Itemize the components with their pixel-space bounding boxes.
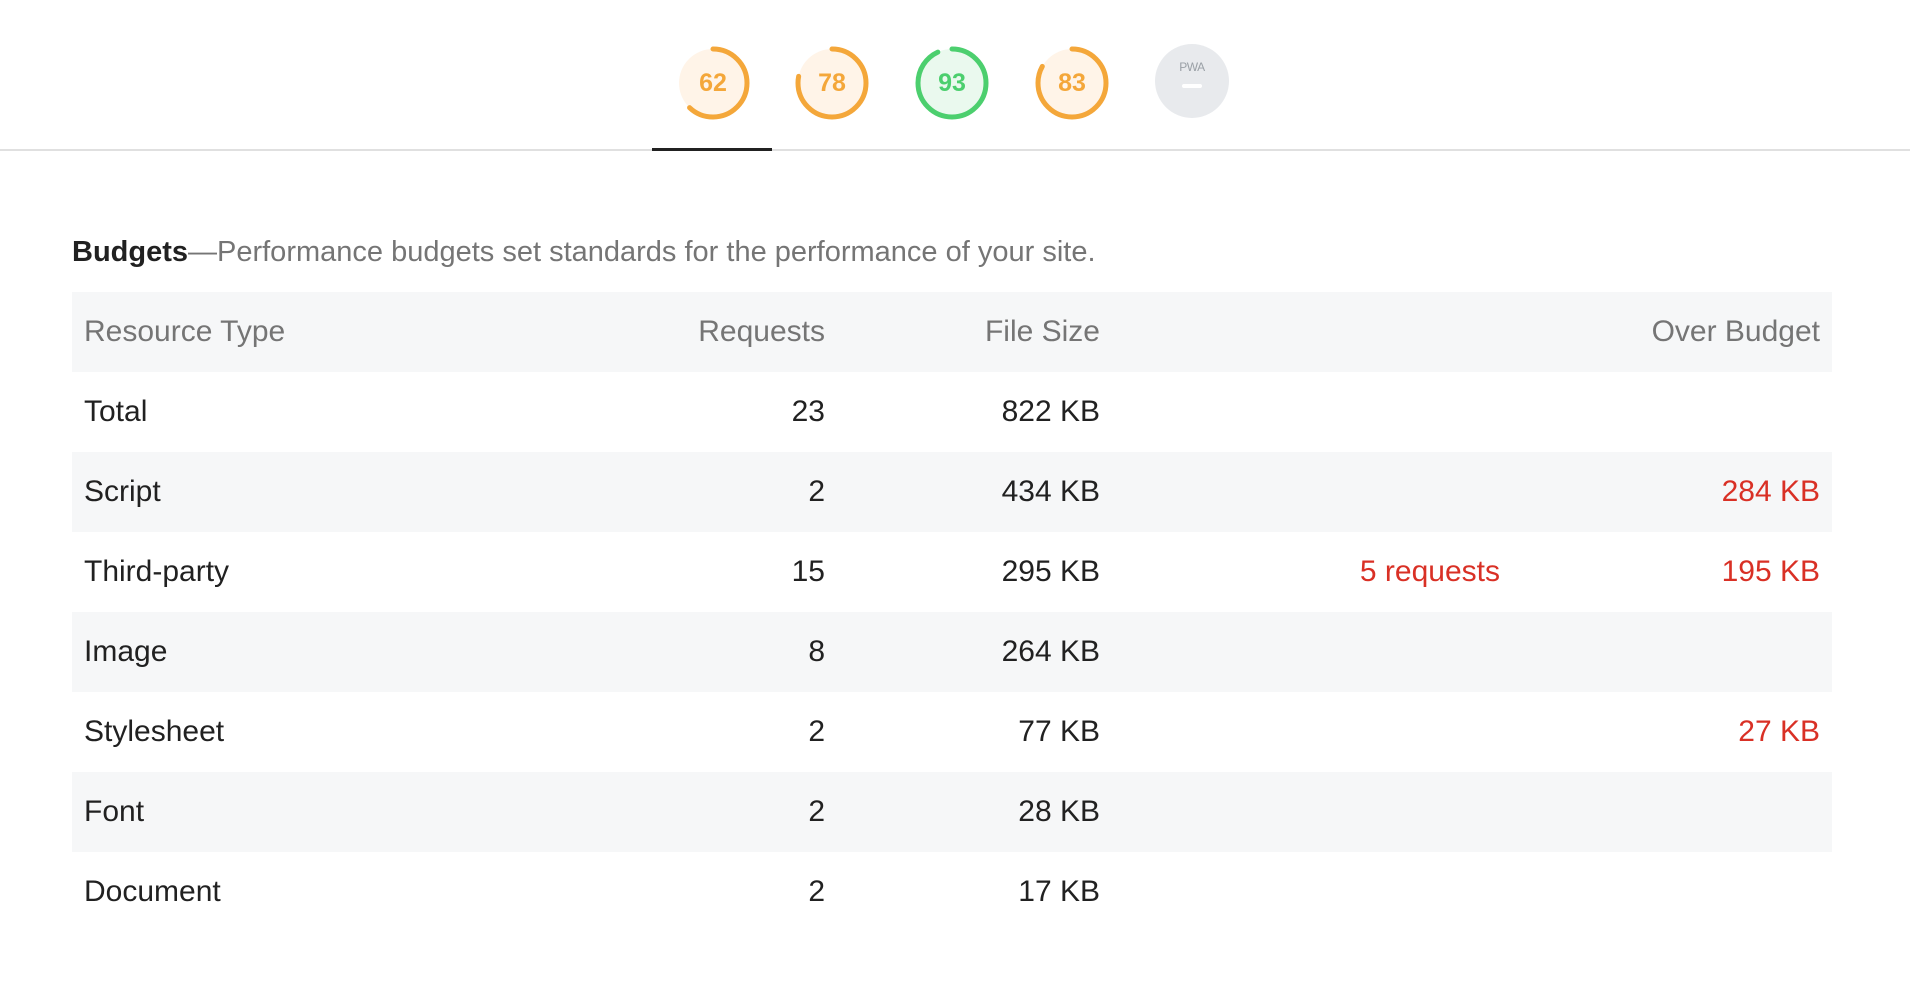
table-row: Third-party 15 295 KB 5 requests 195 KB (72, 532, 1832, 612)
row-over-size: 284 KB (1512, 452, 1832, 532)
row-requests: 2 (552, 852, 837, 932)
row-over-size (1512, 372, 1832, 452)
table-row: Script 2 434 KB 284 KB (72, 452, 1832, 532)
category-header: 62 78 93 83 PWA (0, 0, 1910, 151)
pwa-dash-icon (1182, 84, 1202, 88)
row-over-requests (1112, 692, 1512, 772)
budgets-description: Performance budgets set standards for th… (217, 236, 1096, 268)
row-resource-type: Stylesheet (72, 692, 552, 772)
row-requests: 8 (552, 612, 837, 692)
performance-gauge[interactable]: 62 (674, 44, 752, 122)
table-row: Total 23 822 KB (72, 372, 1832, 452)
row-over-requests: 5 requests (1112, 532, 1512, 612)
header-over-budget: Over Budget (1512, 292, 1832, 372)
row-requests: 2 (552, 452, 837, 532)
row-file-size: 28 KB (837, 772, 1112, 852)
header-resource-type: Resource Type (72, 292, 552, 372)
header-file-size: File Size (837, 292, 1112, 372)
table-row: Font 2 28 KB (72, 772, 1832, 852)
row-over-requests (1112, 772, 1512, 852)
row-over-size: 27 KB (1512, 692, 1832, 772)
row-file-size: 77 KB (837, 692, 1112, 772)
row-over-size: 195 KB (1512, 532, 1832, 612)
table-row: Image 8 264 KB (72, 612, 1832, 692)
row-resource-type: Third-party (72, 532, 552, 612)
accessibility-gauge[interactable]: 78 (793, 44, 871, 122)
budget-table: Resource Type Requests File Size Over Bu… (72, 292, 1832, 932)
row-requests: 2 (552, 772, 837, 852)
row-resource-type: Image (72, 612, 552, 692)
row-over-requests (1112, 452, 1512, 532)
row-resource-type: Document (72, 852, 552, 932)
row-requests: 2 (552, 692, 837, 772)
row-over-requests (1112, 612, 1512, 692)
performance-score: 62 (699, 69, 727, 97)
row-file-size: 264 KB (837, 612, 1112, 692)
row-file-size: 822 KB (837, 372, 1112, 452)
budgets-separator: — (188, 236, 217, 268)
seo-score: 83 (1058, 69, 1086, 97)
row-over-size (1512, 772, 1832, 852)
row-resource-type: Font (72, 772, 552, 852)
pwa-badge[interactable]: PWA (1155, 44, 1229, 118)
row-over-size (1512, 852, 1832, 932)
row-resource-type: Script (72, 452, 552, 532)
row-requests: 23 (552, 372, 837, 452)
seo-gauge[interactable]: 83 (1033, 44, 1111, 122)
accessibility-score: 78 (818, 69, 846, 97)
table-row: Stylesheet 2 77 KB 27 KB (72, 692, 1832, 772)
row-file-size: 295 KB (837, 532, 1112, 612)
best-practices-gauge[interactable]: 93 (913, 44, 991, 122)
best-practices-score: 93 (938, 69, 966, 97)
budget-table-header: Resource Type Requests File Size Over Bu… (72, 292, 1832, 372)
budgets-heading: Budgets—Performance budgets set standard… (72, 232, 1096, 272)
row-file-size: 434 KB (837, 452, 1112, 532)
row-file-size: 17 KB (837, 852, 1112, 932)
active-tab-indicator (652, 148, 772, 151)
row-over-requests (1112, 852, 1512, 932)
row-requests: 15 (552, 532, 837, 612)
score-gauges: 62 78 93 83 (0, 44, 1910, 124)
row-resource-type: Total (72, 372, 552, 452)
row-over-requests (1112, 372, 1512, 452)
header-requests: Requests (552, 292, 837, 372)
budgets-title: Budgets (72, 236, 188, 268)
table-row: Document 2 17 KB (72, 852, 1832, 932)
header-over-requests (1112, 292, 1512, 372)
row-over-size (1512, 612, 1832, 692)
pwa-label: PWA (1179, 60, 1205, 74)
